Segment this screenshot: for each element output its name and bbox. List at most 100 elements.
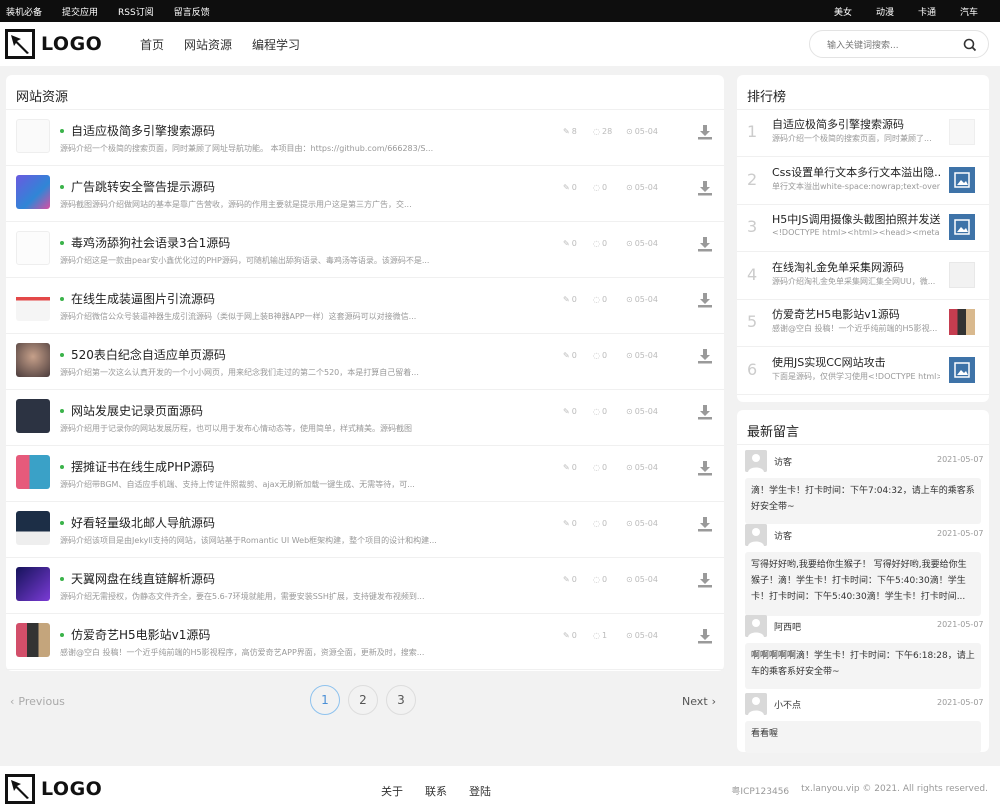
footer-logo[interactable]: LOGO (5, 774, 102, 804)
avatar[interactable] (745, 450, 767, 472)
post-date: ⊙ 05-04 (626, 295, 658, 304)
article-title[interactable]: 摆摊证书在线生成PHP源码 (71, 458, 215, 475)
comment-text[interactable]: 滴！学生卡！打卡时间：下午7:04:32，请上车的乘客系好安全带~ (745, 478, 981, 524)
article-item[interactable]: 天翼网盘在线直链解析源码 源码介绍无需授权，伪静态文件齐全，要在5.6-7环境就能… (6, 558, 724, 614)
commenter-name[interactable]: 阿西吧 (774, 620, 801, 633)
article-item[interactable]: 在线生成装逼图片引流源码 源码介绍微信公众号装逼神器生成引流源码（类似于网上装B神… (6, 278, 724, 334)
ranking-item-title[interactable]: 自适应极简多引擎搜索源码 (772, 116, 942, 132)
commenter-name[interactable]: 访客 (774, 529, 792, 542)
page-2[interactable]: 2 (348, 685, 378, 715)
article-item[interactable]: 广告跳转安全警告提示源码 源码截图源码介绍做网站的基本是靠广告营收，源码的作用主要… (6, 166, 724, 222)
article-title[interactable]: 网站发展史记录页面源码 (71, 402, 203, 419)
comment-icon: ◌ (593, 183, 600, 192)
page-3[interactable]: 3 (386, 685, 416, 715)
download-icon[interactable] (696, 627, 716, 647)
article-thumbnail[interactable] (16, 511, 50, 545)
download-icon[interactable] (696, 459, 716, 479)
icp-number[interactable]: 粤ICP123456 (731, 784, 789, 797)
top-link-cartoon[interactable]: 卡通 (918, 5, 936, 18)
article-title[interactable]: 仿爱奇艺H5电影站v1源码 (71, 626, 210, 643)
article-item[interactable]: 自适应极简多引擎搜索源码 源码介绍一个极简的搜索页面，同时兼顾了网址导航功能。 本… (6, 110, 724, 166)
article-thumbnail[interactable] (16, 399, 50, 433)
nav-web-resources[interactable]: 网站资源 (184, 36, 232, 53)
avatar[interactable] (745, 693, 767, 715)
search-input[interactable]: 输入关键词搜索... (827, 38, 899, 51)
comment-text[interactable]: 写得好好哟,我要给你生猴子！ 写得好好哟,我要给你生猴子！滴！学生卡！打卡时间：… (745, 552, 981, 616)
article-item[interactable]: 毒鸡汤舔狗社会语录3合1源码 源码介绍这是一款由pear安小鑫优化过的PHP源码，… (6, 222, 724, 278)
article-item[interactable]: 520表白纪念自适应单页源码 源码介绍第一次这么认真开发的一个小小网页，用来纪念我… (6, 334, 724, 390)
top-link-submit-app[interactable]: 提交应用 (62, 5, 98, 18)
article-thumbnail[interactable] (16, 287, 50, 321)
rank-number: 4 (747, 264, 758, 284)
article-item[interactable]: 好看轻量级北邮人导航源码 源码介绍该项目是由Jekyll支持的网站，该网站基于Ro… (6, 502, 724, 558)
ranking-item[interactable]: 5 仿爱奇艺H5电影站v1源码 感谢@空白 投稿！一个近乎纯前端的H5影视... (737, 300, 989, 347)
article-title[interactable]: 广告跳转安全警告提示源码 (71, 178, 215, 195)
download-icon[interactable] (696, 347, 716, 367)
image-placeholder-icon[interactable] (949, 166, 975, 193)
download-icon[interactable] (696, 571, 716, 591)
download-icon[interactable] (696, 235, 716, 255)
download-icon[interactable] (696, 123, 716, 143)
footer-link-contact[interactable]: 联系 (425, 783, 447, 799)
article-title[interactable]: 好看轻量级北邮人导航源码 (71, 514, 215, 531)
image-placeholder-icon[interactable] (949, 214, 975, 240)
clock-icon: ⊙ (626, 351, 633, 360)
ranking-item[interactable]: 3 H5中JS调用摄像头截图拍照并发送 <!DOCTYPE html><html><… (737, 205, 989, 252)
footer-link-login[interactable]: 登陆 (469, 783, 491, 799)
article-thumbnail[interactable] (16, 231, 50, 265)
ranking-thumbnail[interactable] (949, 261, 975, 288)
nav-programming[interactable]: 编程学习 (252, 36, 300, 53)
ranking-item-title[interactable]: 仿爱奇艺H5电影站v1源码 (772, 306, 942, 322)
commenter-name[interactable]: 小不点 (774, 698, 801, 711)
ranking-item[interactable]: 6 使用JS实现CC网站攻击 下面是源码，仅供学习使用<!DOCTYPE html>… (737, 348, 989, 395)
thumb-icon: ✎ (563, 183, 570, 192)
top-link-cars[interactable]: 汽车 (960, 5, 978, 18)
top-link-feedback[interactable]: 留言反馈 (174, 5, 210, 18)
download-icon[interactable] (696, 403, 716, 423)
ranking-item-title[interactable]: 在线淘礼金免单采集网源码 (772, 259, 942, 275)
top-link-beauty[interactable]: 美女 (834, 5, 852, 18)
ranking-item-title[interactable]: H5中JS调用摄像头截图拍照并发送 (772, 211, 942, 227)
top-link-anime[interactable]: 动漫 (876, 5, 894, 18)
article-item[interactable]: 网站发展史记录页面源码 源码介绍用于记录你的网站发展历程，也可以用于发布心情动态等… (6, 390, 724, 446)
article-title[interactable]: 毒鸡汤舔狗社会语录3合1源码 (71, 234, 230, 251)
ranking-item-title[interactable]: 使用JS实现CC网站攻击 (772, 354, 942, 370)
top-link-essentials[interactable]: 装机必备 (6, 5, 42, 18)
site-logo[interactable]: LOGO (5, 29, 102, 59)
ranking-item[interactable]: 1 自适应极简多引擎搜索源码 源码介绍一个极简的搜索页面，同时兼顾了... (737, 110, 989, 157)
top-link-rss[interactable]: RSS订阅 (118, 5, 154, 18)
avatar[interactable] (745, 615, 767, 637)
ranking-thumbnail[interactable] (949, 119, 975, 145)
article-item[interactable]: 仿爱奇艺H5电影站v1源码 感谢@空白 投稿！一个近乎纯前端的H5影视程序，高仿爱… (6, 614, 724, 670)
avatar[interactable] (745, 524, 767, 546)
download-icon[interactable] (696, 515, 716, 535)
article-thumbnail[interactable] (16, 175, 50, 209)
ranking-item[interactable]: 2 Css设置单行文本多行文本溢出隐... 单行文本溢出white-space:no… (737, 158, 989, 205)
search-box[interactable]: 输入关键词搜索... (809, 30, 989, 58)
article-thumbnail[interactable] (16, 455, 50, 489)
ranking-item-title[interactable]: Css设置单行文本多行文本溢出隐... (772, 164, 942, 180)
pager-next[interactable]: Next › (682, 695, 716, 708)
nav-home[interactable]: 首页 (140, 36, 164, 53)
article-item[interactable]: 摆摊证书在线生成PHP源码 源码介绍带BGM、自适应手机端、支持上传证件照裁剪、a… (6, 446, 724, 502)
page-1[interactable]: 1 (310, 685, 340, 715)
download-icon[interactable] (696, 291, 716, 311)
commenter-name[interactable]: 访客 (774, 455, 792, 468)
footer-link-about[interactable]: 关于 (381, 783, 403, 799)
article-title[interactable]: 天翼网盘在线直链解析源码 (71, 570, 215, 587)
comment-text[interactable]: 看看喔 (745, 721, 981, 753)
ranking-thumbnail[interactable] (949, 309, 975, 335)
search-icon[interactable] (962, 37, 978, 53)
image-placeholder-icon[interactable] (949, 356, 975, 383)
article-title[interactable]: 520表白纪念自适应单页源码 (71, 346, 226, 363)
article-thumbnail[interactable] (16, 119, 50, 153)
article-thumbnail[interactable] (16, 623, 50, 657)
download-icon[interactable] (696, 179, 716, 199)
comment-text[interactable]: 啊啊啊啊啊滴！学生卡！打卡时间：下午6:18:28，请上车的乘客系好安全带~ (745, 643, 981, 689)
ranking-item[interactable]: 4 在线淘礼金免单采集网源码 源码介绍淘礼金免单采集网汇集全网UU，微... (737, 253, 989, 300)
article-thumbnail[interactable] (16, 343, 50, 377)
article-thumbnail[interactable] (16, 567, 50, 601)
article-title[interactable]: 自适应极简多引擎搜索源码 (71, 122, 215, 139)
pager-previous[interactable]: ‹ Previous (10, 695, 65, 708)
article-title[interactable]: 在线生成装逼图片引流源码 (71, 290, 215, 307)
